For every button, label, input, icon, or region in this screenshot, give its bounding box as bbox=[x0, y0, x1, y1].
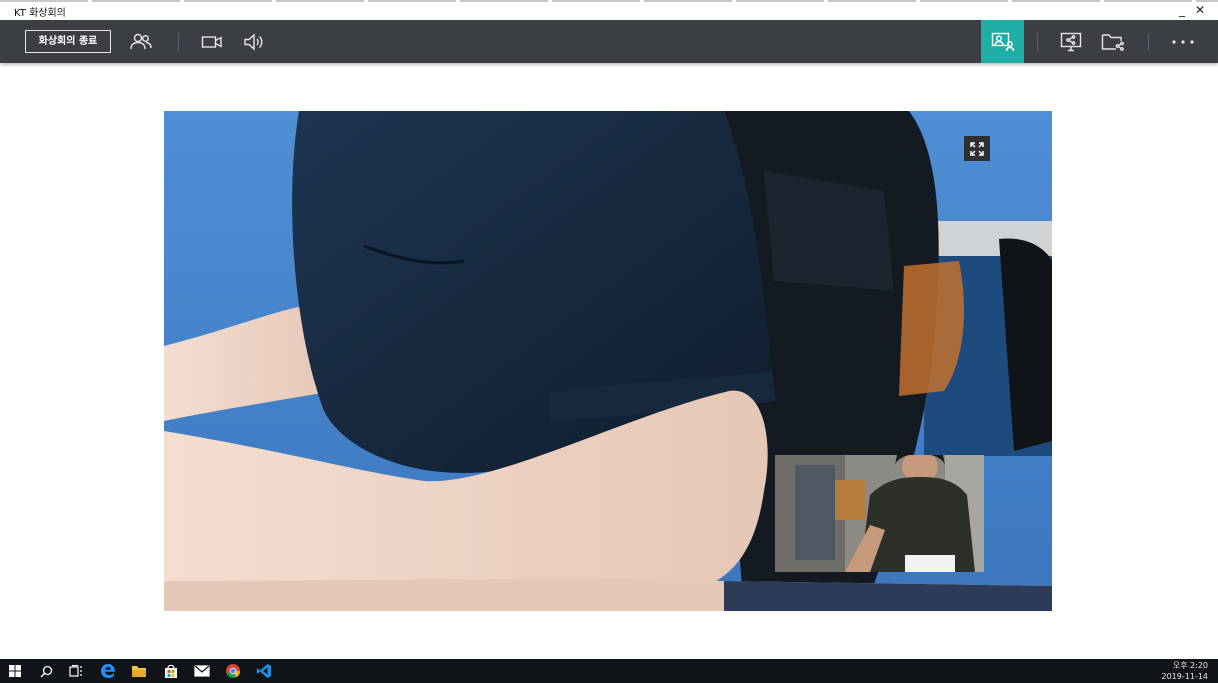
search-icon[interactable] bbox=[37, 662, 55, 680]
camera-icon[interactable] bbox=[199, 29, 225, 55]
edge-icon[interactable] bbox=[99, 662, 117, 680]
system-clock[interactable]: 오후 2:20 2019-11-14 bbox=[1162, 660, 1209, 682]
more-icon[interactable] bbox=[1170, 29, 1196, 55]
self-view-video[interactable] bbox=[775, 455, 984, 572]
windows-taskbar: 오후 2:20 2019-11-14 bbox=[0, 659, 1218, 683]
close-button[interactable]: ✕ bbox=[1191, 2, 1209, 18]
minimize-button[interactable]: _ bbox=[1173, 2, 1191, 18]
meeting-toolbar: 화상회의 종료 bbox=[0, 20, 1218, 63]
mail-icon[interactable] bbox=[193, 662, 211, 680]
screen-share-icon[interactable] bbox=[1058, 29, 1084, 55]
window-titlebar: KT 화상회의 _ ✕ bbox=[0, 0, 1218, 20]
window-title: KT 화상회의 bbox=[14, 8, 66, 19]
clock-date: 2019-11-14 bbox=[1161, 672, 1209, 681]
titlebar-strip bbox=[0, 0, 1218, 2]
task-view-icon[interactable] bbox=[67, 662, 85, 680]
participants-icon[interactable] bbox=[128, 29, 154, 55]
toolbar-divider bbox=[178, 33, 179, 51]
windows-start-icon[interactable] bbox=[6, 662, 24, 680]
fullscreen-icon[interactable] bbox=[964, 136, 990, 161]
chrome-icon[interactable] bbox=[224, 662, 242, 680]
end-meeting-button[interactable]: 화상회의 종료 bbox=[25, 30, 111, 53]
clock-time: 오후 2:20 bbox=[1172, 661, 1208, 670]
presenter-view-icon[interactable] bbox=[981, 20, 1024, 63]
file-share-icon[interactable] bbox=[1100, 29, 1126, 55]
store-icon[interactable] bbox=[162, 662, 180, 680]
self-view-feed bbox=[775, 455, 984, 572]
speaker-icon[interactable] bbox=[241, 29, 267, 55]
file-explorer-icon[interactable] bbox=[130, 662, 148, 680]
toolbar-divider bbox=[1037, 33, 1038, 51]
toolbar-divider bbox=[1148, 33, 1149, 51]
vscode-icon[interactable] bbox=[255, 662, 273, 680]
